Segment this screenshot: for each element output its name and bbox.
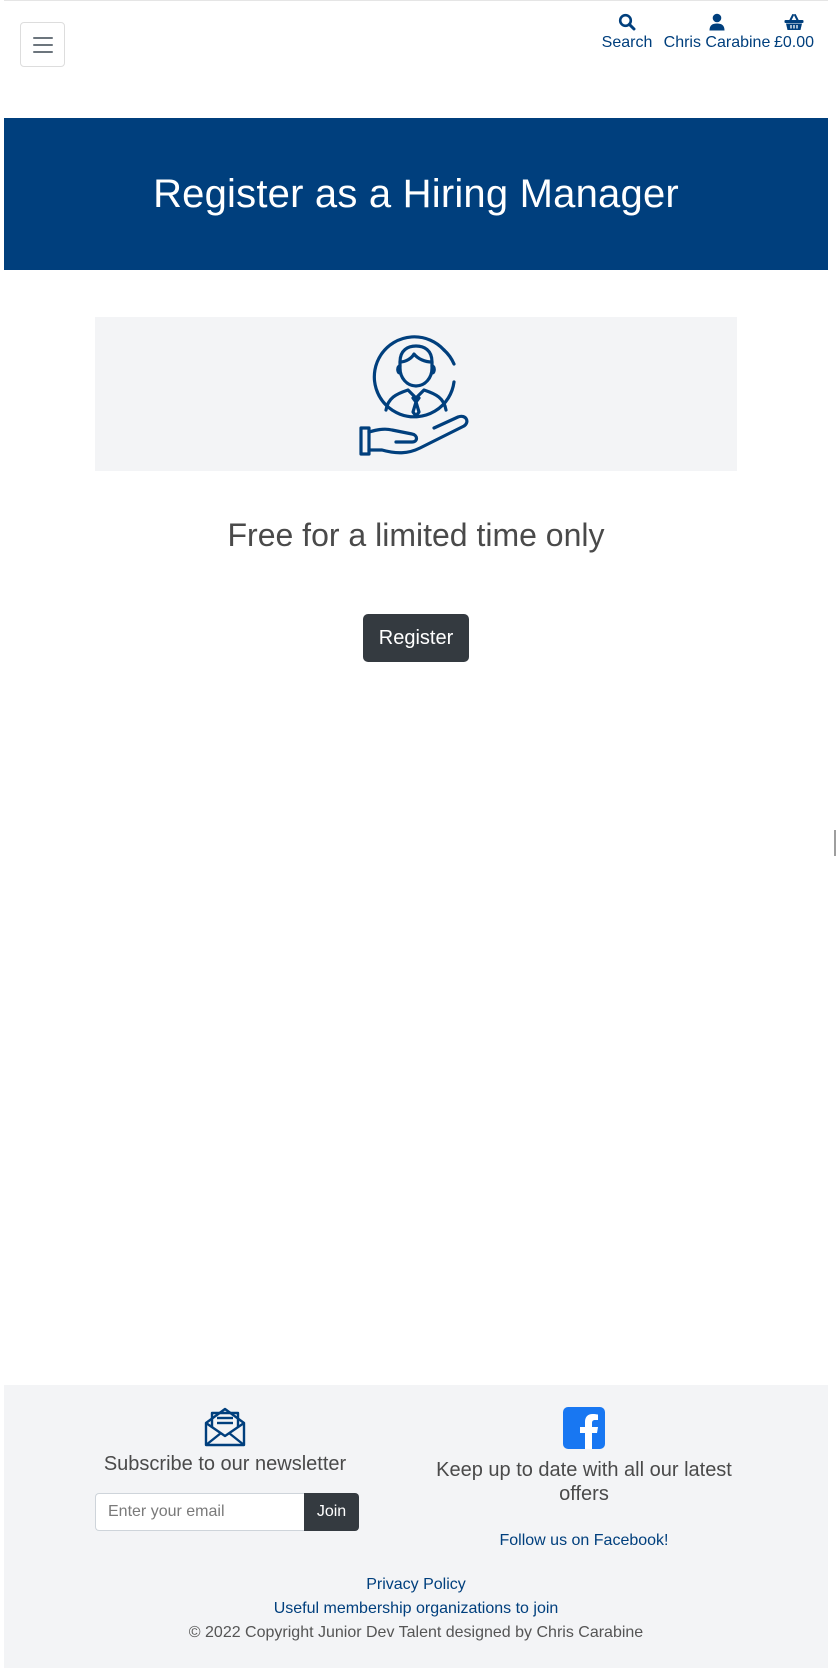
email-input[interactable] <box>95 1493 304 1531</box>
nav-basket-total: £0.00 <box>773 34 815 51</box>
hamburger-icon-bar <box>33 44 53 46</box>
page-banner: Register as a Hiring Manager <box>4 118 828 270</box>
newsletter-section: Subscribe to our newsletter Join <box>95 1407 359 1531</box>
hamburger-icon-bar <box>33 51 53 53</box>
newsletter-form: Join <box>95 1493 359 1531</box>
join-button[interactable]: Join <box>304 1493 359 1531</box>
page-title: Register as a Hiring Manager <box>153 171 679 216</box>
page: Search Chris Carabine £0.00 Register as … <box>4 0 828 1668</box>
envelope-open-icon <box>204 1407 246 1447</box>
top-navbar: Search Chris Carabine £0.00 <box>4 1 828 117</box>
facebook-icon[interactable] <box>563 1407 605 1449</box>
footer: Subscribe to our newsletter Join Keep up… <box>4 1385 828 1668</box>
nav-account-label: Chris Carabine <box>663 34 771 51</box>
register-button[interactable]: Register <box>363 614 469 662</box>
hero-image-panel <box>95 317 737 471</box>
menu-toggle-button[interactable] <box>20 22 65 67</box>
facebook-heading: Keep up to date with all our latest offe… <box>436 1459 732 1505</box>
tagline: Free for a limited time only <box>227 517 605 553</box>
hamburger-icon <box>33 37 53 39</box>
facebook-link[interactable]: Follow us on Facebook! <box>434 1532 734 1550</box>
copyright-text: © 2022 Copyright Junior Dev Talent desig… <box>188 1624 644 1641</box>
nav-search-label: Search <box>601 34 653 51</box>
newsletter-heading: Subscribe to our newsletter <box>103 1453 347 1475</box>
nav-basket-link[interactable]: £0.00 <box>764 13 824 52</box>
facebook-section: Keep up to date with all our latest offe… <box>434 1407 734 1550</box>
privacy-policy-link[interactable]: Privacy Policy <box>4 1573 828 1597</box>
hand-holding-person-icon <box>359 335 469 456</box>
search-icon <box>618 13 636 31</box>
footer-links: Privacy Policy Useful membership organiz… <box>4 1573 828 1645</box>
basket-icon <box>784 14 804 30</box>
user-icon <box>709 13 725 31</box>
scrollbar-handle[interactable] <box>834 830 836 856</box>
membership-orgs-link[interactable]: Useful membership organizations to join <box>4 1597 828 1621</box>
